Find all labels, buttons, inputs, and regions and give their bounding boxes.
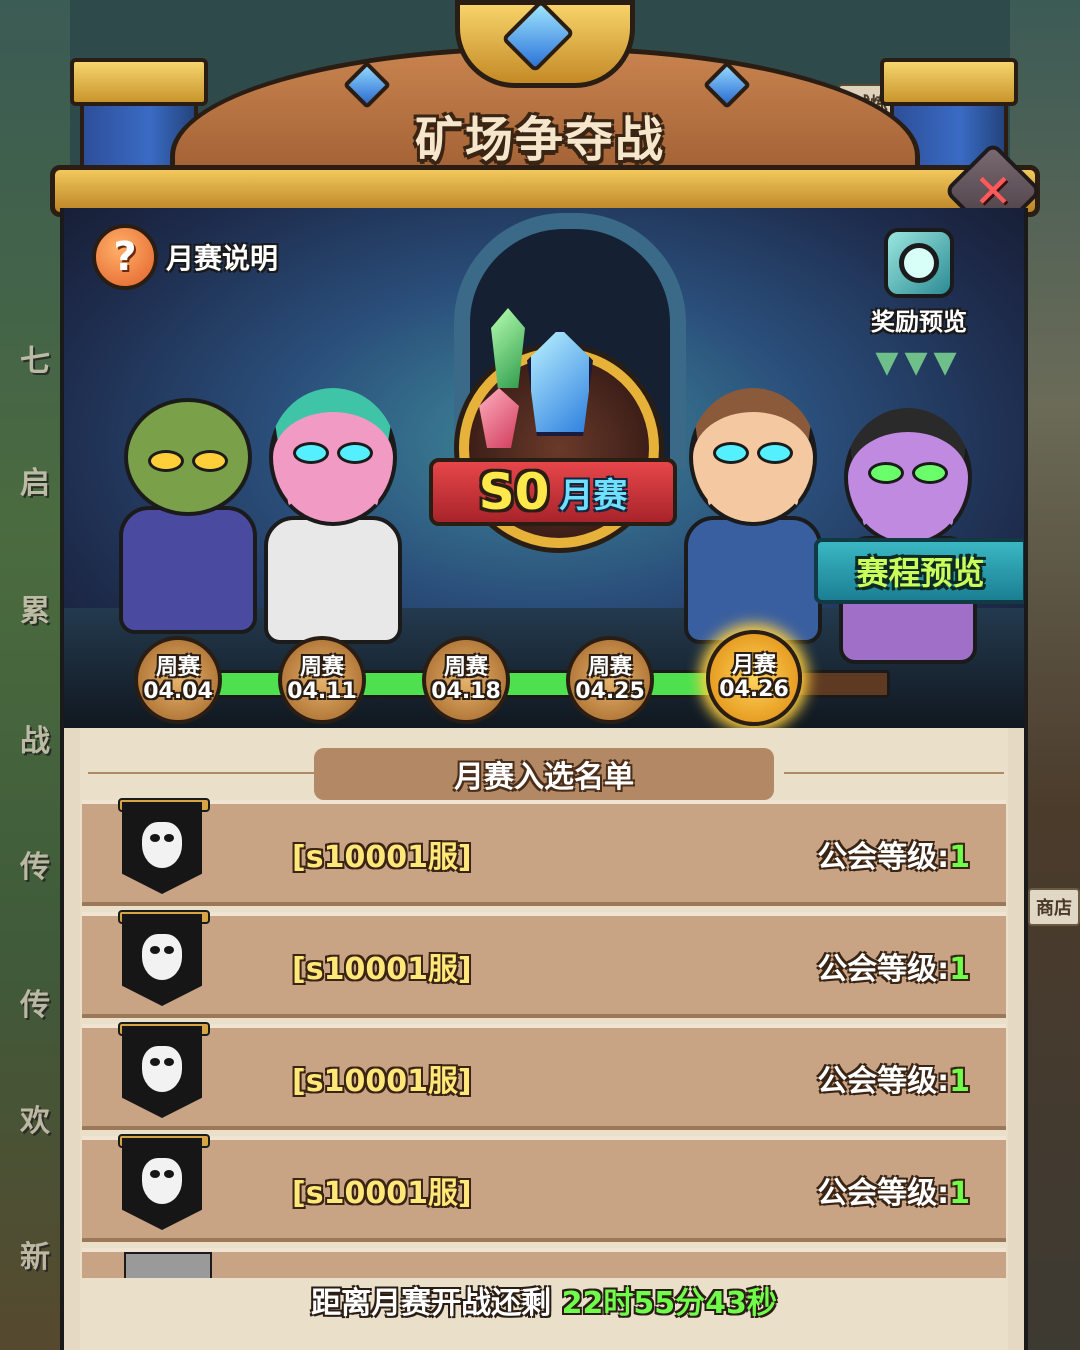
server-name: [s10001服] [292, 952, 472, 987]
guild-level-value: 1 [949, 1064, 970, 1099]
event-timeline: 周赛 04.04 周赛 04.11 周赛 04.18 周赛 04.25 月赛 0… [64, 628, 1024, 728]
table-row[interactable]: [s10001服] 公会等级:1 [82, 798, 1006, 906]
hero-demon [839, 408, 977, 664]
reward-preview-label: 奖励预览 [871, 308, 967, 336]
season-label: S0 [478, 463, 550, 521]
blue-crystal-icon [527, 328, 593, 436]
hero-archer [684, 388, 822, 644]
emblem-ribbon: S0 月赛 [429, 458, 677, 526]
guild-level: 公会等级:1 [817, 1168, 970, 1212]
shop-button[interactable]: 商店 [1028, 888, 1080, 926]
guild-banner-icon [122, 1138, 202, 1230]
guild-banner-icon [122, 1026, 202, 1118]
rules-button[interactable]: ? 月赛说明 [92, 224, 278, 290]
magnifier-icon [884, 228, 954, 298]
guild-level-value: 1 [949, 952, 970, 987]
node-date: 04.26 [719, 677, 789, 702]
divider-right [784, 772, 1004, 774]
node-type: 周赛 [443, 654, 488, 680]
node-date: 04.11 [287, 679, 357, 704]
guild-level-value: 1 [949, 1176, 970, 1211]
guild-level-label: 公会等级: [817, 1064, 950, 1099]
node-type: 周赛 [155, 654, 200, 680]
guild-banner-icon [124, 1252, 212, 1278]
side-menu-char[interactable]: 战 [20, 716, 60, 759]
node-date: 04.25 [575, 679, 645, 704]
guild-level-label: 公会等级: [817, 1176, 950, 1211]
table-row-partial[interactable] [82, 1248, 1006, 1278]
divider-left [88, 772, 348, 774]
timeline-node[interactable]: 周赛 04.18 [422, 636, 510, 724]
guild-level-label: 公会等级: [817, 952, 950, 987]
guild-level: 公会等级:1 [817, 832, 970, 876]
server-name: [s10001服] [292, 1064, 472, 1099]
timeline-node[interactable]: 周赛 04.04 [134, 636, 222, 724]
node-type: 周赛 [587, 654, 632, 680]
question-icon: ? [92, 224, 158, 290]
table-row[interactable]: [s10001服] 公会等级:1 [82, 1134, 1006, 1242]
hero-elf [264, 388, 402, 644]
schedule-preview-button[interactable]: 赛程预览 [814, 538, 1024, 604]
node-date: 04.04 [143, 679, 213, 704]
guild-banner-icon [122, 802, 202, 894]
hero-orc [119, 398, 257, 634]
countdown-text: 距离月赛开战还剩 22时55分43秒 [64, 1278, 1024, 1322]
page-title: 矿场争夺战 [414, 112, 665, 168]
timeline-node[interactable]: 周赛 04.25 [566, 636, 654, 724]
crystal-shards-icon: ▼▼▼ [875, 345, 963, 380]
guild-level-value: 1 [949, 840, 970, 875]
monthly-emblem: S0 月赛 [429, 308, 677, 558]
side-menu-char[interactable]: 传 [20, 980, 60, 1023]
qualified-list-panel: 月赛入选名单 [s10001服] 公会等级:1 [s10001服] 公会等级:1… [60, 728, 1028, 1350]
node-date: 04.18 [431, 679, 501, 704]
rules-label: 月赛说明 [166, 242, 279, 275]
countdown-label: 距离月赛开战还剩 [311, 1286, 552, 1321]
node-type: 月赛 [731, 652, 776, 678]
timeline-node[interactable]: 周赛 04.11 [278, 636, 366, 724]
table-row[interactable]: [s10001服] 公会等级:1 [82, 1022, 1006, 1130]
table-row[interactable]: [s10001服] 公会等级:1 [82, 910, 1006, 1018]
guild-banner-icon [122, 914, 202, 1006]
guild-level: 公会等级:1 [817, 944, 970, 988]
side-menu-char[interactable]: 欢 [20, 1096, 60, 1139]
guild-level-label: 公会等级: [817, 840, 950, 875]
countdown-value: 22时55分43秒 [561, 1286, 777, 1321]
side-menu-char[interactable]: 七 [20, 336, 60, 379]
server-name: [s10001服] [292, 840, 472, 875]
emblem-label: 月赛 [559, 475, 628, 516]
timeline-node-active[interactable]: 月赛 04.26 [706, 630, 802, 726]
server-name: [s10001服] [292, 1176, 472, 1211]
event-scene: S0 月赛 ? 月赛说明 奖励预览 ▼▼▼ 赛程预览 周赛 04.04 周赛 0… [60, 208, 1028, 728]
side-menu-char[interactable]: 启 [20, 458, 60, 501]
guild-level: 公会等级:1 [817, 1056, 970, 1100]
side-menu-char[interactable]: 累 [20, 586, 60, 629]
list-title: 月赛入选名单 [314, 748, 774, 800]
side-menu-char[interactable]: 新 [20, 1232, 60, 1275]
node-type: 周赛 [299, 654, 344, 680]
side-menu-char[interactable]: 传 [20, 842, 60, 885]
reward-preview-button[interactable]: 奖励预览 ▼▼▼ [854, 228, 984, 380]
